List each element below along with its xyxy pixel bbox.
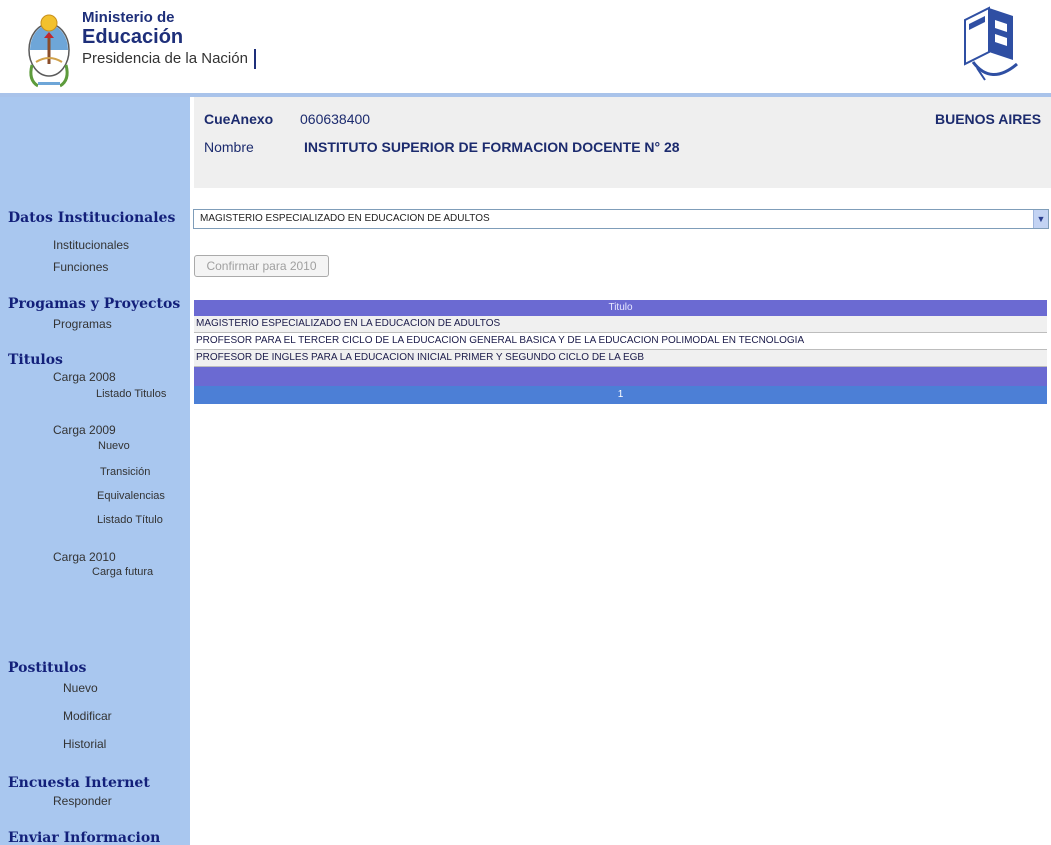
logo-line-educacion: Educación: [82, 26, 184, 48]
sidebar-item-carga-2008[interactable]: Carga 2008: [53, 370, 116, 384]
cue-anexo-label: CueAnexo: [204, 111, 274, 127]
titulo-select[interactable]: MAGISTERIO ESPECIALIZADO EN EDUCACION DE…: [193, 209, 1049, 229]
province-label: BUENOS AIRES: [935, 111, 1042, 127]
logo-line-ministerio: Ministerio de: [82, 9, 175, 26]
sidebar-heading-encuesta-internet: Encuesta Internet: [8, 775, 150, 791]
argentina-coat-of-arms-icon: [28, 14, 70, 88]
titulo-select-value: MAGISTERIO ESPECIALIZADO EN EDUCACION DE…: [200, 213, 490, 224]
table-header-titulo: Titulo: [194, 300, 1047, 316]
institution-name: INSTITUTO SUPERIOR DE FORMACION DOCENTE …: [304, 139, 680, 155]
confirm-2010-button[interactable]: Confirmar para 2010: [194, 255, 329, 277]
sidebar-heading-titulos: Titulos: [8, 352, 63, 368]
sidebar-item-institucionales[interactable]: Institucionales: [53, 238, 129, 252]
ministry-logo-text: Ministerio de Educación Presidencia de l…: [82, 10, 256, 69]
sidebar-item-listado-titulo[interactable]: Listado Título: [97, 514, 163, 526]
table-row: PROFESOR DE INGLES PARA LA EDUCACION INI…: [194, 350, 1047, 367]
sidebar-item-carga-2009[interactable]: Carga 2009: [53, 423, 116, 437]
table-row: PROFESOR PARA EL TERCER CICLO DE LA EDUC…: [194, 333, 1047, 350]
nombre-label: Nombre: [204, 139, 254, 155]
sidebar-item-equivalencias[interactable]: Equivalencias: [97, 490, 165, 502]
sidebar-heading-postitulos: Postitulos: [8, 660, 87, 676]
table-row: MAGISTERIO ESPECIALIZADO EN LA EDUCACION…: [194, 316, 1047, 333]
sidebar-item-programas[interactable]: Programas: [53, 317, 112, 331]
table-footer-bar: [194, 367, 1047, 386]
sidebar-item-listado-titulos[interactable]: Listado Titulos: [96, 388, 166, 400]
chevron-down-icon[interactable]: ▼: [1033, 210, 1048, 228]
titulos-table: Titulo MAGISTERIO ESPECIALIZADO EN LA ED…: [194, 300, 1047, 404]
logo-line-presidencia: Presidencia de la Nación: [82, 49, 256, 69]
sidebar-item-responder[interactable]: Responder: [53, 794, 112, 808]
sidebar-item-historial[interactable]: Historial: [63, 737, 106, 751]
sidebar-item-carga-futura[interactable]: Carga futura: [92, 566, 153, 578]
sidebar-item-nuevo[interactable]: Nuevo: [98, 440, 130, 452]
sidebar-item-carga-2010[interactable]: Carga 2010: [53, 550, 116, 564]
cue-anexo-value: 060638400: [300, 111, 371, 127]
sidebar-item-modificar[interactable]: Modificar: [63, 709, 112, 723]
pager-page-1-link[interactable]: 1: [618, 389, 624, 400]
sidebar-item-funciones[interactable]: Funciones: [53, 260, 108, 274]
sidebar-item-transicion[interactable]: Transición: [100, 466, 150, 478]
table-pager: 1: [194, 386, 1047, 404]
header: Ministerio de Educación Presidencia de l…: [0, 0, 1051, 93]
sidebar-heading-datos-institucionales: Datos Institucionales: [8, 210, 176, 226]
page: Ministerio de Educación Presidencia de l…: [0, 0, 1051, 845]
sidebar-heading-enviar-informacion: Enviar Informacion: [8, 830, 161, 845]
sidebar-heading-programas-proyectos: Progamas y Proyectos: [8, 296, 181, 312]
sidebar-item-postitulo-nuevo[interactable]: Nuevo: [63, 681, 98, 695]
inet-logo-icon: [964, 6, 1018, 81]
